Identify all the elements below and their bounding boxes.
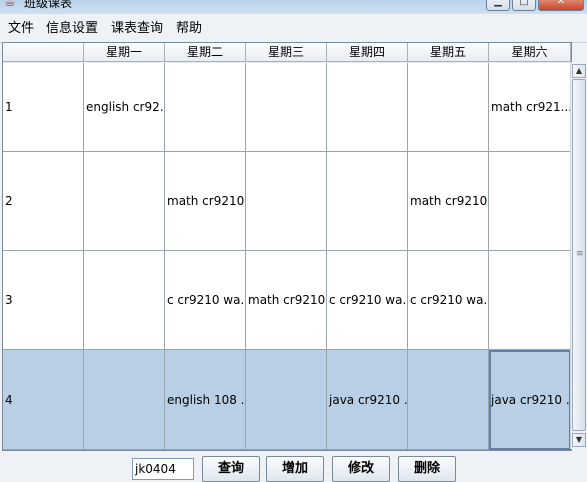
scroll-up-icon[interactable]: ▲ — [572, 64, 586, 78]
column-header-day[interactable]: 星期二 — [165, 43, 246, 62]
table-cell[interactable]: c cr9210 wa... — [327, 251, 408, 350]
column-header-day[interactable]: 星期四 — [327, 43, 408, 62]
table-cell[interactable] — [246, 152, 327, 251]
table-cell[interactable] — [246, 63, 327, 152]
menu-file[interactable]: 文件 — [8, 21, 34, 37]
table-cell[interactable] — [327, 63, 408, 152]
menu-schedule-query[interactable]: 课表查询 — [111, 21, 163, 37]
table-cell[interactable] — [84, 350, 165, 450]
table-cell[interactable]: math cr9210... — [165, 152, 246, 251]
menu-help[interactable]: 帮助 — [176, 21, 202, 37]
menu-bar: 文件 信息设置 课表查询 帮助 — [0, 14, 587, 43]
table-cell[interactable] — [489, 251, 571, 350]
table-cell[interactable]: math cr921... — [489, 63, 571, 152]
table-cell[interactable]: c cr9210 wa... — [408, 251, 489, 350]
maximize-button[interactable]: □ — [512, 0, 536, 11]
table-cell[interactable]: math cr9210... — [408, 152, 489, 251]
table-cell[interactable]: c cr9210 wa... — [165, 251, 246, 350]
menu-info-settings[interactable]: 信息设置 — [46, 21, 98, 37]
minimize-button[interactable]: ▁ — [486, 0, 510, 11]
scroll-thumb[interactable]: ≡ — [572, 79, 586, 431]
table-cell-period[interactable]: 2 — [3, 152, 84, 251]
table-cell[interactable]: java cr9210 ... — [489, 350, 571, 450]
java-cup-icon: ☕ — [4, 0, 16, 10]
schedule-table: 星期一 星期二 星期三 星期四 星期五 星期六 1 english cr92... math … — [2, 42, 572, 451]
add-button[interactable]: 增加 — [266, 456, 324, 482]
column-header-day[interactable]: 星期六 — [489, 43, 571, 62]
grip-icon: ≡ — [576, 249, 584, 259]
class-id-input[interactable] — [132, 458, 194, 480]
window-title: 班级课表 — [24, 0, 73, 10]
edit-button[interactable]: 修改 — [332, 456, 390, 482]
table-cell[interactable] — [84, 152, 165, 251]
table-cell[interactable] — [408, 350, 489, 450]
query-button[interactable]: 查询 — [202, 456, 260, 482]
table-cell[interactable] — [489, 152, 571, 251]
delete-button[interactable]: 删除 — [398, 456, 456, 482]
close-button[interactable]: ✕ — [538, 0, 584, 11]
table-cell[interactable]: math cr9210... — [246, 251, 327, 350]
table-cell[interactable] — [165, 63, 246, 152]
title-bar: ☕ 班级课表 ▁ □ ✕ — [0, 0, 587, 14]
table-cell-period[interactable]: 3 — [3, 251, 84, 350]
scroll-down-icon[interactable]: ▼ — [572, 433, 586, 447]
table-cell[interactable]: english 108 ... — [165, 350, 246, 450]
column-header-day[interactable]: 星期三 — [246, 43, 327, 62]
table-cell[interactable]: english cr92... — [84, 63, 165, 152]
column-header-period[interactable] — [3, 43, 84, 62]
table-cell[interactable] — [408, 63, 489, 152]
column-header-day[interactable]: 星期五 — [408, 43, 489, 62]
vertical-scrollbar[interactable]: ▲ ≡ ▼ — [570, 62, 587, 449]
table-cell-period[interactable]: 4 — [3, 350, 84, 450]
table-cell[interactable]: java cr9210 ... — [327, 350, 408, 450]
table-header: 星期一 星期二 星期三 星期四 星期五 星期六 — [3, 43, 571, 63]
table-cell[interactable] — [327, 152, 408, 251]
table-cell-period[interactable]: 1 — [3, 63, 84, 152]
table-cell[interactable] — [84, 251, 165, 350]
table-cell[interactable] — [246, 350, 327, 450]
column-header-day[interactable]: 星期一 — [84, 43, 165, 62]
